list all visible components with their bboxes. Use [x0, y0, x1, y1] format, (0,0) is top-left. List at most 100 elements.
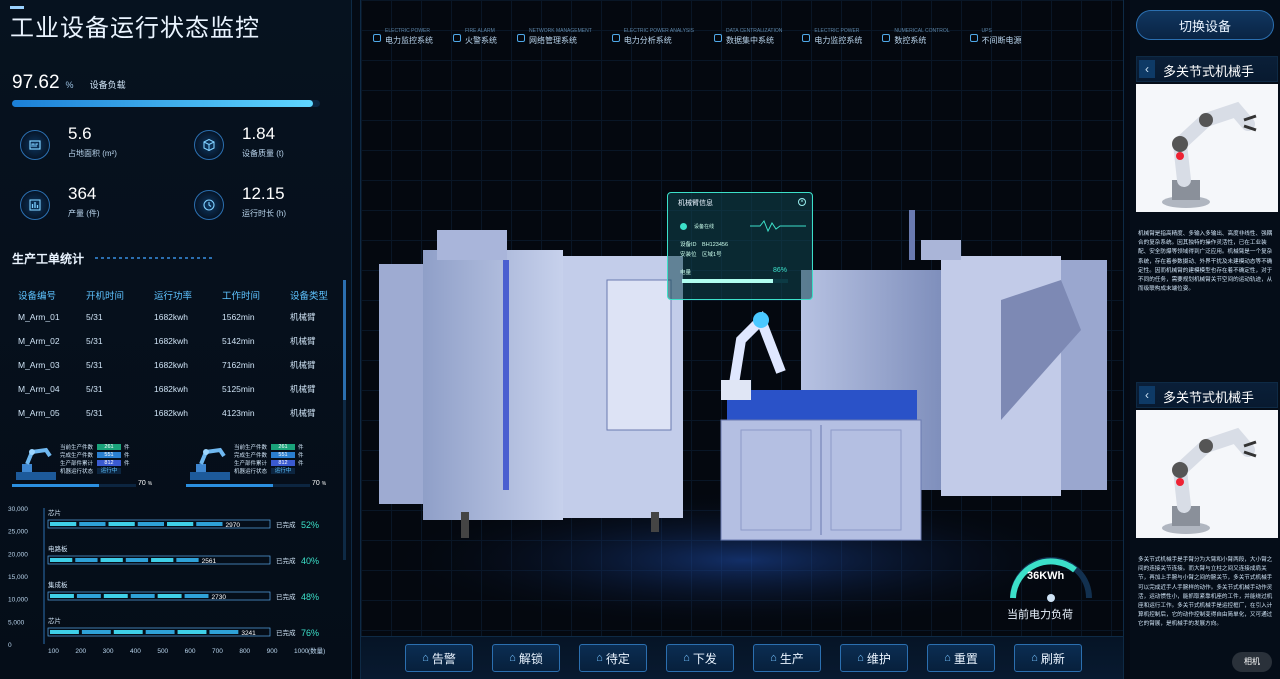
- refresh-button[interactable]: ⌂ 刷新: [1014, 644, 1082, 672]
- machine-mini-card: 当前生产件数 261 件 完成生产件数 551 件 生产部件累计 812 件 机器运行状态运…: [12, 440, 162, 490]
- bar-segment: [76, 594, 101, 598]
- system-nav-item[interactable]: ELECTRIC POWER 电力监控系统: [373, 28, 433, 46]
- switch-device-button[interactable]: 切换设备: [1136, 10, 1274, 40]
- dashboard-root: 工业设备运行状态监控 97.62 % 设备负载 5.6 占地面积 (m²) 1.…: [0, 0, 1280, 679]
- stat-runtime: 12.15 运行时长 (h): [186, 184, 336, 224]
- y-tick-label: 20,000: [8, 551, 28, 558]
- y-tick-label: 25,000: [8, 529, 28, 536]
- power-bar-fill: [682, 279, 774, 283]
- table-row[interactable]: M_Arm_02 5/31 1682kwh 5142min 机械臂: [18, 329, 338, 353]
- system-en-label: FIRE ALARM: [465, 28, 495, 34]
- cell: 1682kwh: [154, 312, 189, 322]
- scrollbar-thumb[interactable]: [343, 280, 346, 400]
- system-cn-label: 电力监控系统: [814, 36, 863, 45]
- cell: 5125min: [222, 384, 255, 394]
- mini-stats: 当前生产件数 261 件 完成生产件数 551 件 生产部件累计 812 件 机器运行状态运…: [60, 443, 130, 475]
- stat-value: 5.6: [68, 124, 92, 143]
- power-bar: [682, 279, 788, 283]
- bar-segment: [167, 522, 194, 526]
- bar-segment: [184, 594, 209, 598]
- house-icon: ⌂: [1031, 652, 1038, 664]
- mini-percent: 70 %: [138, 480, 153, 487]
- system-nav: ELECTRIC POWER 电力监控系统 FIRE ALARM 火警系统 NETWOR…: [373, 28, 1042, 46]
- col-header: 运行功率: [154, 291, 193, 302]
- robot-arm-image: [1136, 410, 1278, 538]
- system-nav-item[interactable]: DATA CENTRALIZATION 数据集中系统: [713, 28, 782, 46]
- system-icon: [517, 34, 525, 42]
- table-row[interactable]: M_Arm_04 5/31 1682kwh 5125min 机械臂: [18, 377, 338, 401]
- device-card-title: 多关节式机械手: [1163, 390, 1255, 405]
- cell: 5/31: [86, 336, 103, 346]
- x-tick-label: 200: [75, 648, 86, 655]
- system-nav-item[interactable]: FIRE ALARM 火警系统: [453, 28, 497, 46]
- robot-arm-icon: [190, 447, 230, 480]
- mini-unit: 件: [298, 461, 304, 467]
- info-card-title: 机械臂信息: [678, 200, 713, 207]
- mini-unit: 件: [124, 453, 130, 459]
- bar-segment: [50, 522, 77, 526]
- dispatch-button[interactable]: ⌂ 下发: [666, 644, 734, 672]
- cell: 1682kwh: [154, 384, 189, 394]
- bar-segment: [157, 594, 182, 598]
- mini-unit: 件: [298, 453, 304, 459]
- system-nav-item[interactable]: NUMERICAL CONTROL 数控系统: [882, 28, 950, 46]
- mini-label: 生产部件累计: [234, 461, 268, 467]
- bar-segment: [176, 558, 199, 562]
- device-card-title: 多关节式机械手: [1163, 64, 1255, 79]
- bar-segment: [81, 630, 111, 634]
- mini-percent: 70 %: [312, 480, 327, 487]
- status-label: 已完成: [276, 592, 296, 601]
- alarm-button[interactable]: ⌂ 告警: [405, 644, 473, 672]
- x-tick-label: 900: [267, 648, 278, 655]
- table-row[interactable]: M_Arm_03 5/31 1682kwh 7162min 机械臂: [18, 353, 338, 377]
- col-header: 设备编号: [18, 291, 57, 302]
- mini-status: 运行中: [97, 467, 121, 475]
- produce-button[interactable]: ⌂ 生产: [753, 644, 821, 672]
- maintain-button[interactable]: ⌂ 维护: [840, 644, 908, 672]
- device-card-header: ‹ 多关节式机械手: [1136, 56, 1278, 82]
- table-row[interactable]: M_Arm_05 5/31 1682kwh 4123min 机械臂: [18, 401, 338, 425]
- robot-arm-icon: [16, 447, 56, 480]
- table-row[interactable]: M_Arm_01 5/31 1682kwh 1562min 机械臂: [18, 305, 338, 329]
- system-cn-label: 数据集中系统: [725, 36, 774, 45]
- bar-value-label: 2970: [226, 522, 241, 529]
- system-nav-item[interactable]: UPS 不间断电源: [969, 28, 1022, 46]
- stat-mass: 1.84 设备质量 (t): [186, 124, 336, 164]
- stat-value: 1.84: [242, 124, 276, 143]
- cell: 机械臂: [290, 336, 316, 346]
- mini-progress-bar: [186, 484, 310, 487]
- table-scrollbar[interactable]: [343, 280, 346, 560]
- x-tick-label: 500: [157, 648, 168, 655]
- mini-status: 运行中: [271, 467, 295, 475]
- bar-segment: [177, 630, 207, 634]
- bar-segment: [108, 522, 135, 526]
- system-nav-item[interactable]: ELECTRIC POWER ANALYSIS 电力分析系统: [611, 28, 694, 46]
- stat-output: 364 产量 (件): [12, 184, 162, 224]
- mini-progress-fill: [186, 484, 273, 487]
- percent-label: 52%: [301, 520, 319, 530]
- bar-segment: [100, 558, 123, 562]
- clock-icon: [194, 190, 224, 220]
- cell: 5142min: [222, 336, 255, 346]
- system-nav-item[interactable]: NETWORK MANAGEMENT 网络管理系统: [517, 28, 592, 46]
- mini-unit: 件: [124, 445, 130, 451]
- robot-arm: [721, 311, 786, 400]
- unlock-button[interactable]: ⌂ 解锁: [492, 644, 560, 672]
- reset-button[interactable]: ⌂ 重置: [927, 644, 995, 672]
- close-icon[interactable]: ×: [798, 198, 806, 206]
- load-unit: %: [65, 80, 74, 90]
- cell: 7162min: [222, 360, 255, 370]
- y-tick-label: 30,000: [8, 506, 28, 513]
- house-icon: ⌂: [944, 652, 951, 664]
- left-machine: [379, 230, 683, 538]
- house-icon: ⌂: [770, 652, 777, 664]
- chevron-left-icon[interactable]: ‹: [1139, 60, 1155, 78]
- system-en-label: NUMERICAL CONTROL: [894, 28, 950, 34]
- pending-button[interactable]: ⌂ 待定: [579, 644, 647, 672]
- stat-value: 12.15: [242, 184, 285, 203]
- bar-segment: [196, 522, 223, 526]
- system-nav-item[interactable]: ELECTRIC POWER 电力监控系统: [802, 28, 862, 46]
- chevron-left-icon[interactable]: ‹: [1139, 386, 1155, 404]
- cell: 4123min: [222, 408, 255, 418]
- x-tick-label: 800: [239, 648, 250, 655]
